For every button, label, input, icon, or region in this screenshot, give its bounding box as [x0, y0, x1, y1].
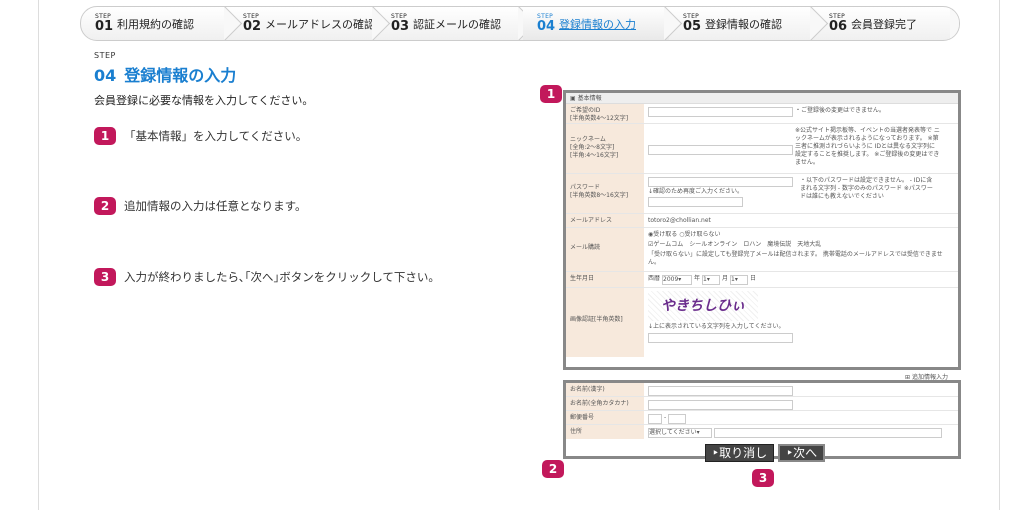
callout-badge-3: 3: [752, 469, 774, 487]
next-button[interactable]: ‣次へ: [778, 444, 826, 462]
newsletter-items: ゲームコム シールオンライン ロハン 魔境伝説 天地大乱: [653, 241, 822, 248]
radio-receive-label: 受け取る: [653, 231, 678, 238]
number-badge: 2: [94, 197, 116, 215]
newsletter-note: 「受け取らない」に設定しても登録完了メールは配信されます。 携帯電話のメールアド…: [648, 251, 943, 266]
step-label: 会員登録完了: [851, 17, 917, 31]
callout-badge-1: 1: [540, 85, 562, 103]
birthday-era-label: 西暦: [648, 275, 661, 282]
captcha-image: やきちしひぃ: [648, 291, 758, 321]
section-title: 基本情報: [577, 95, 602, 102]
address-label: 住所: [566, 425, 644, 439]
step-03: STEP 03 認証メールの確認: [377, 7, 523, 40]
page-title: 04 登録情報の入力: [94, 62, 236, 86]
password-row: パスワード [半角英数8～16文字] ↓確認のため再度ご入力ください。 ・以下の…: [566, 174, 958, 214]
step-label: 利用規約の確認: [117, 17, 194, 31]
step-04-current[interactable]: STEP 04 登録情報の入力: [523, 7, 669, 40]
number-badge: 1: [94, 127, 116, 145]
nickname-row: ニックネーム [全角:2～8文字] [半角:4～16文字] ※公式サイト掲示板等…: [566, 124, 958, 174]
instruction-text: 追加情報の入力は任意となります。: [124, 199, 307, 213]
callout-badge-2: 2: [542, 460, 564, 478]
nickname-label: ニックネーム [全角:2～8文字] [半角:4～16文字]: [566, 124, 644, 173]
id-note: ・ご登録後の変更はできません。: [795, 107, 885, 114]
step-01: STEP 01 利用規約の確認: [81, 7, 229, 40]
step-number: 04: [537, 19, 556, 34]
number-badge: 3: [94, 268, 116, 286]
step-number: 03: [391, 19, 410, 34]
zip-separator: -: [664, 414, 667, 421]
step-label: 認証メールの確認: [413, 17, 501, 31]
prefecture-select-value: 選択してください: [649, 429, 697, 436]
step-progress-bar: STEP 01 利用規約の確認 STEP 02 メールアドレスの確認 STEP 03 …: [80, 6, 960, 41]
instruction-2: 2 追加情報の入力は任意となります。: [94, 197, 307, 215]
nickname-input[interactable]: [648, 145, 793, 155]
password-confirm-input[interactable]: [648, 197, 743, 207]
birthday-row: 生年月日 西暦 2009▾ 年 1▾ 月 1▾ 日: [566, 272, 958, 288]
captcha-row: 画像認証[半角英数] やきちしひぃ ↓上に表示されている文字列を入力してください。: [566, 288, 958, 357]
instruction-3: 3 入力が終わりましたら､｢次へ｣ボタンをクリックして下さい。: [94, 268, 440, 286]
cancel-button[interactable]: ‣取り消し: [705, 444, 775, 462]
page-title-text: 登録情報の入力: [124, 66, 237, 85]
step-label: メールアドレスの確認: [265, 17, 375, 31]
id-row: ご希望のID [半角英数4～12文字] ・ご登録後の変更はできません。: [566, 104, 958, 124]
email-value: totoro2@chollian.net: [648, 217, 711, 224]
radio-no-label: 受け取らない: [684, 231, 721, 238]
birth-day-select[interactable]: 1▾: [730, 275, 749, 285]
step-number: 01: [95, 19, 114, 34]
zip-input-1[interactable]: [648, 414, 662, 424]
form-buttons: ‣取り消し ‣次へ: [705, 444, 826, 462]
name-label: お名前(漢字): [566, 383, 644, 396]
birth-year-value: 2009: [663, 276, 679, 283]
basic-info-form-preview: ▣ 基本情報 ご希望のID [半角英数4～12文字] ・ご登録後の変更はできませ…: [563, 90, 961, 370]
address-input[interactable]: [714, 428, 942, 438]
prefecture-select[interactable]: 選択してください▾: [648, 428, 712, 438]
page-title-number: 04: [94, 66, 117, 85]
password-confirm-note: ↓確認のため再度ご入力ください。: [648, 188, 744, 195]
captcha-input[interactable]: [648, 333, 793, 343]
birth-day-unit: 日: [750, 275, 757, 282]
kana-label: お名前(全角カタカナ): [566, 397, 644, 410]
newsletter-row: メール購読 ◉受け取る ○受け取らない ☑ゲームコム シールオンライン ロハン …: [566, 228, 958, 272]
email-label: メールアドレス: [566, 214, 644, 227]
zip-input-2[interactable]: [668, 414, 687, 424]
birth-day-value: 1: [731, 276, 735, 283]
intro-text: 会員登録に必要な情報を入力してください。: [94, 94, 314, 107]
instruction-text: 「基本情報」を入力してください。: [124, 129, 308, 143]
password-note: ・以下のパスワードは設定できません。 - IDに含まれる文字列 - 数字のみのパ…: [800, 177, 933, 200]
step-number: 05: [683, 19, 702, 34]
address-row: 住所 選択してください▾: [566, 425, 958, 439]
instruction-text: 入力が終わりましたら､｢次へ｣ボタンをクリックして下さい。: [124, 270, 440, 284]
birth-month-select[interactable]: 1▾: [702, 275, 721, 285]
id-label: ご希望のID [半角英数4～12文字]: [566, 104, 644, 123]
step-02: STEP 02 メールアドレスの確認: [229, 7, 377, 40]
password-input[interactable]: [648, 177, 793, 187]
step-number: 06: [829, 19, 848, 34]
heading-step-tag: STEP: [94, 51, 116, 60]
password-label: パスワード [半角英数8～16文字]: [566, 174, 644, 213]
captcha-note: ↓上に表示されている文字列を入力してください。: [648, 323, 785, 330]
birthday-label: 生年月日: [566, 272, 644, 287]
kana-input[interactable]: [648, 400, 793, 410]
birth-month-value: 1: [703, 276, 707, 283]
kana-row: お名前(全角カタカナ): [566, 397, 958, 411]
section-header: ▣ 基本情報: [566, 93, 958, 104]
birth-month-unit: 月: [722, 275, 729, 282]
instruction-1: 1 「基本情報」を入力してください。: [94, 127, 307, 145]
step-05: STEP 05 登録情報の確認: [669, 7, 815, 40]
zip-label: 郵便番号: [566, 411, 644, 424]
birth-year-unit: 年: [694, 275, 701, 282]
name-input[interactable]: [648, 386, 793, 396]
zip-row: 郵便番号 -: [566, 411, 958, 425]
step-label[interactable]: 登録情報の入力: [559, 16, 636, 32]
newsletter-label: メール購読: [566, 228, 644, 271]
step-06: STEP 06 会員登録完了: [815, 7, 955, 40]
birth-year-select[interactable]: 2009▾: [662, 275, 693, 285]
step-number: 02: [243, 19, 262, 34]
id-input[interactable]: [648, 107, 793, 117]
step-label: 登録情報の確認: [705, 17, 782, 31]
nickname-note: ※公式サイト掲示板等、イベントの当選者発表等で ニックネームが表示されるようにな…: [795, 127, 940, 166]
captcha-label: 画像認証[半角英数]: [566, 288, 644, 357]
email-row: メールアドレス totoro2@chollian.net: [566, 214, 958, 228]
name-row: お名前(漢字): [566, 383, 958, 397]
